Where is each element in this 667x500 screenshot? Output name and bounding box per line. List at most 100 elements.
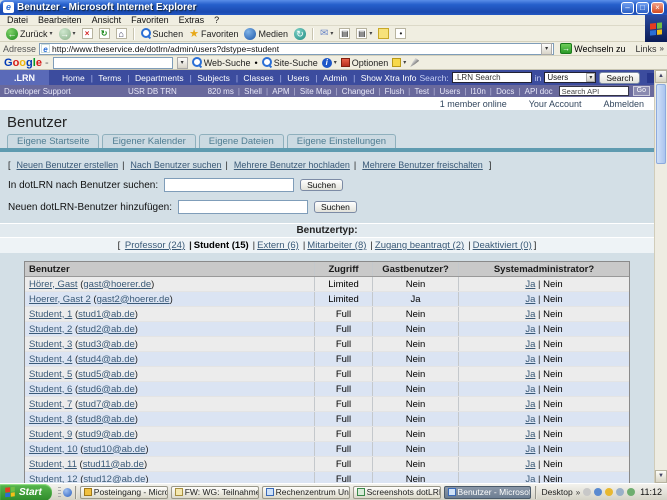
developer-support-label[interactable]: Developer Support	[4, 87, 124, 96]
site-search-button[interactable]: Site-Suche	[262, 57, 318, 68]
task-button[interactable]: Posteingang - Micros...	[80, 486, 168, 499]
lrn-nav-link[interactable]: Show Xtra Info	[350, 73, 419, 83]
dev-link[interactable]: APM	[264, 87, 292, 96]
history-button[interactable]: ↻	[292, 28, 308, 40]
web-search-button[interactable]: Web-Suche	[192, 57, 251, 68]
user-email-link[interactable]: stud9@ab.de	[78, 429, 135, 440]
user-email-link[interactable]: stud3@ab.de	[78, 339, 135, 350]
header-benutzer[interactable]: Benutzer	[25, 262, 315, 276]
desktop-toolbar-label[interactable]: Desktop	[542, 487, 573, 497]
user-name-link[interactable]: Student, 11	[29, 459, 77, 470]
title-bar[interactable]: e Benutzer - Microsoft Internet Explorer…	[0, 0, 667, 15]
api-go-button[interactable]: Go	[633, 86, 650, 96]
lrn-nav-link[interactable]: Departments	[124, 73, 186, 83]
google-search-dropdown-icon[interactable]: ▾	[177, 57, 188, 69]
admin-ja-link[interactable]: Ja	[525, 474, 535, 484]
menu-item[interactable]: Favoriten	[126, 15, 174, 25]
highlight-button[interactable]: ▾	[392, 58, 406, 67]
options-button[interactable]: Optionen	[341, 58, 389, 68]
notes-button[interactable]	[376, 28, 391, 39]
media-button[interactable]: Medien	[242, 28, 290, 40]
address-dropdown-icon[interactable]: ▾	[541, 43, 552, 55]
usertype-filter[interactable]: Professor (24)	[123, 240, 187, 251]
tray-icon-network[interactable]	[594, 488, 602, 496]
admin-ja-link[interactable]: Ja	[525, 279, 535, 290]
scrollbar-track[interactable]	[655, 165, 667, 470]
task-button[interactable]: Screenshots dotLRN...	[353, 486, 441, 499]
portal-tab[interactable]: Eigene Einstellungen	[287, 134, 396, 148]
refresh-button[interactable]: ↻	[97, 28, 112, 39]
admin-ja-link[interactable]: Ja	[525, 294, 535, 305]
user-name-link[interactable]: Hoerer, Gast 2	[29, 294, 91, 305]
admin-ja-link[interactable]: Ja	[525, 324, 535, 335]
lrn-nav-link[interactable]: Subjects	[187, 73, 233, 83]
menu-item[interactable]: Extras	[174, 15, 210, 25]
lrn-scope-dropdown-icon[interactable]: ▾	[586, 73, 595, 82]
scrollbar-thumb[interactable]	[656, 84, 666, 164]
user-email-link[interactable]: stud12@ab.de	[83, 474, 145, 484]
user-name-link[interactable]: Student, 6	[29, 384, 72, 395]
back-button[interactable]: ← Zurück ▾	[4, 28, 55, 40]
admin-ja-link[interactable]: Ja	[525, 369, 535, 380]
dev-link[interactable]: Test	[406, 87, 431, 96]
admin-action-link[interactable]: Neuen Benutzer erstellen	[17, 160, 119, 170]
user-name-link[interactable]: Student, 4	[29, 354, 72, 365]
admin-action-link[interactable]: Nach Benutzer suchen	[122, 160, 221, 170]
admin-ja-link[interactable]: Ja	[525, 399, 535, 410]
scroll-up-icon[interactable]: ▲	[655, 70, 667, 83]
user-search-input[interactable]	[164, 178, 294, 192]
user-name-link[interactable]: Student, 5	[29, 369, 72, 380]
user-name-link[interactable]: Student, 10	[29, 444, 78, 455]
quick-launch-grip[interactable]	[58, 487, 61, 498]
dev-link[interactable]: l10n	[462, 87, 487, 96]
task-button[interactable]: Rechenzentrum Uni K...	[262, 486, 350, 499]
user-name-link[interactable]: Hörer, Gast	[29, 279, 78, 290]
tray-icon-messenger[interactable]	[605, 488, 613, 496]
favorites-button[interactable]: ★ Favoriten	[187, 27, 240, 40]
user-email-link[interactable]: gast@hoerer.de	[83, 279, 151, 290]
lrn-search-input[interactable]	[452, 72, 532, 83]
page-info-button[interactable]: i ▾	[322, 58, 337, 68]
dev-link[interactable]: Flush	[376, 87, 406, 96]
dev-link[interactable]: Shell	[236, 87, 264, 96]
usertype-filter[interactable]: Student (15)	[187, 240, 251, 251]
edit-button[interactable]: ▤ ▾	[354, 28, 374, 39]
user-search-submit[interactable]: Suchen	[300, 179, 343, 191]
menu-item[interactable]: Ansicht	[87, 15, 127, 25]
user-name-link[interactable]: Student, 12	[29, 474, 78, 484]
user-name-link[interactable]: Student, 3	[29, 339, 72, 350]
lrn-nav-link[interactable]: Terms	[88, 73, 125, 83]
scroll-down-icon[interactable]: ▼	[655, 470, 667, 483]
highlight-dropdown-icon[interactable]: ▾	[403, 59, 406, 66]
user-email-link[interactable]: stud7@ab.de	[78, 399, 135, 410]
task-button[interactable]: FW: WG: Teilnahme v...	[171, 486, 259, 499]
lrn-nav-link[interactable]: Users	[277, 73, 313, 83]
user-email-link[interactable]: gast2@hoerer.de	[97, 294, 170, 305]
go-button[interactable]: → Wechseln zu	[557, 43, 628, 54]
google-search-input[interactable]	[53, 57, 173, 69]
lrn-logo[interactable]: .LRN	[0, 70, 49, 85]
admin-ja-link[interactable]: Ja	[525, 414, 535, 425]
back-dropdown-icon[interactable]: ▾	[50, 30, 53, 37]
user-name-link[interactable]: Student, 2	[29, 324, 72, 335]
tray-icon-update[interactable]	[583, 488, 591, 496]
search-button[interactable]: Suchen	[139, 28, 186, 39]
close-button[interactable]: ×	[651, 2, 664, 14]
header-systemadministrator[interactable]: Systemadministrator?	[459, 262, 629, 276]
dev-link[interactable]: Users	[431, 87, 462, 96]
menu-item[interactable]: Bearbeiten	[33, 15, 87, 25]
mail-button[interactable]: ✉ ▾	[318, 28, 335, 39]
user-email-link[interactable]: stud10@ab.de	[83, 444, 145, 455]
portal-tab[interactable]: Eigene Startseite	[7, 134, 99, 148]
lrn-search-button[interactable]: Search	[599, 72, 640, 84]
maximize-button[interactable]: □	[636, 2, 649, 14]
tray-chevron-icon[interactable]: »	[576, 488, 580, 497]
dev-link[interactable]: Docs	[488, 87, 517, 96]
admin-ja-link[interactable]: Ja	[525, 459, 535, 470]
admin-ja-link[interactable]: Ja	[525, 354, 535, 365]
admin-ja-link[interactable]: Ja	[525, 339, 535, 350]
header-zugriff[interactable]: Zugriff	[315, 262, 373, 276]
user-email-link[interactable]: stud8@ab.de	[78, 414, 135, 425]
header-gastbenutzer[interactable]: Gastbenutzer?	[373, 262, 459, 276]
edit-dropdown-icon[interactable]: ▾	[369, 30, 372, 37]
